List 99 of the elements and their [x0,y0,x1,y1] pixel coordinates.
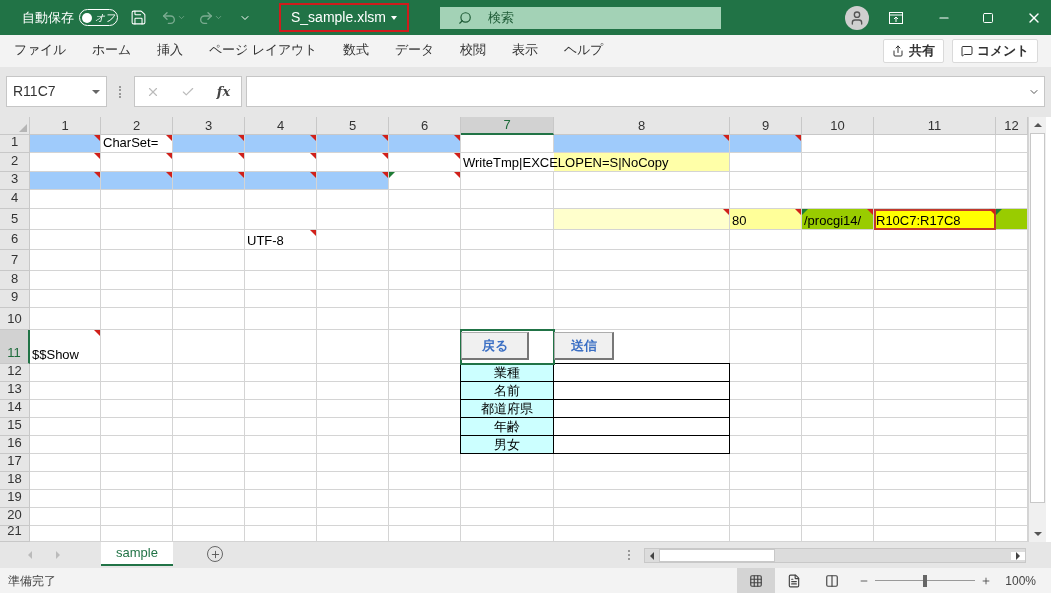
row-header[interactable]: 6 [0,230,30,250]
next-sheet-icon[interactable] [56,551,60,559]
sheet-cell[interactable]: $$Show [30,330,101,364]
selected-cell[interactable]: 戻る [461,330,554,364]
sheet-cell[interactable]: /procgi14/ [802,209,874,230]
ribbon-tab[interactable]: ファイル [5,35,75,67]
row-header[interactable]: 15 [0,418,30,436]
drag-handle-icon[interactable] [119,86,122,98]
maximize-icon[interactable] [981,11,994,24]
row-header[interactable]: 17 [0,454,30,472]
row-header[interactable]: 2 [0,153,30,172]
autosave-label: 自動保存 [22,8,74,27]
status-text: 準備完了 [8,572,56,590]
form-button[interactable]: 戻る [461,332,529,360]
select-all-corner[interactable] [0,117,30,135]
row-header[interactable]: 14 [0,400,30,418]
search-placeholder: 検索 [487,8,514,27]
row-header[interactable]: 3 [0,172,30,190]
cell-text: CharSet= [103,136,159,149]
sheet-cell[interactable]: 送信 [554,330,730,364]
previous-sheet-icon[interactable] [28,551,32,559]
ribbon-tab[interactable]: 校閲 [450,35,495,67]
ribbon-tab[interactable]: ホーム [83,35,140,67]
normal-view-button[interactable] [737,568,776,593]
zoom-reading[interactable]: 100% [1005,571,1036,590]
row-header[interactable]: 1 [0,135,30,153]
cell-text: 年齢 [494,420,520,433]
sheet-cell[interactable]: 男女 [460,435,554,454]
share-icon [892,45,904,57]
ribbon-tab[interactable]: ヘルプ [554,35,612,67]
column-header[interactable]: 10 [802,117,874,135]
row-header[interactable]: 4 [0,190,30,209]
search-field[interactable]: 検索 [439,6,721,29]
cell-text: $$Show [32,348,79,361]
sheet-cell[interactable]: WriteTmp|EXCELOPEN=S|NoCopy [461,153,730,172]
row-header[interactable]: 12 [0,364,30,382]
row-header[interactable]: 5 [0,209,30,230]
sheet-cell[interactable]: CharSet= [101,135,173,153]
cell-text: 男女 [494,438,520,451]
file-name[interactable]: S_sample.xlsm [279,3,409,32]
comment-button[interactable]: コメント [952,39,1038,63]
formula-input[interactable] [246,76,1045,107]
cell-text: WriteTmp|EXCELOPEN=S|NoCopy [463,156,669,169]
name-box[interactable]: R11C7 [6,76,107,107]
cell-text: 業種 [494,366,520,379]
search-icon [457,10,472,25]
ribbon-tab[interactable]: ページ レイアウト [200,35,326,67]
cell-text: UTF-8 [247,234,284,247]
column-header[interactable]: 5 [317,117,389,135]
column-header[interactable]: 11 [874,117,996,135]
row-header[interactable]: 8 [0,271,30,290]
save-icon[interactable] [130,9,147,26]
splitter-handle-icon[interactable] [628,550,630,560]
ribbon-tab[interactable]: 挿入 [148,35,192,67]
column-header[interactable]: 7 [461,117,554,135]
row-header[interactable]: 13 [0,382,30,400]
ribbon-tab[interactable]: 数式 [333,35,378,67]
sheet-cell[interactable]: UTF-8 [245,230,317,250]
sheet-cell[interactable] [553,435,730,454]
ribbon-tab[interactable]: データ [385,35,443,67]
cell-text: 名前 [494,384,520,397]
vertical-scrollbar[interactable] [1028,117,1046,542]
row-header[interactable]: 7 [0,250,30,271]
column-header[interactable]: 2 [101,117,173,135]
row-header[interactable]: 11 [0,330,30,364]
zoom-in-icon[interactable] [981,575,992,586]
page-break-icon [825,573,840,588]
zoom-slider-thumb[interactable] [923,574,928,587]
column-header[interactable]: 8 [554,117,730,135]
ribbon-display-icon[interactable] [888,11,903,24]
row-header[interactable]: 9 [0,290,30,308]
sheet-cell[interactable]: R10C7:R17C8 [874,209,996,230]
avatar-icon[interactable] [844,5,869,30]
cell-text: /procgi14/ [804,214,862,227]
comment-icon [961,45,973,57]
column-header[interactable]: 6 [389,117,461,135]
column-header[interactable]: 12 [996,117,1028,135]
column-header[interactable]: 3 [173,117,245,135]
form-button[interactable]: 送信 [554,332,614,360]
grid-icon [749,573,764,588]
cell-text: 80 [732,214,747,227]
row-header[interactable]: 18 [0,472,30,490]
row-header[interactable]: 10 [0,308,30,330]
row-header[interactable]: 16 [0,436,30,454]
insert-function-button[interactable]: fx [216,81,231,102]
share-button[interactable]: 共有 [883,39,944,63]
cell-text: R10C7:R17C8 [876,214,961,227]
ribbon-tab[interactable]: 表示 [502,35,547,67]
sheet-tab[interactable]: sample [101,542,173,566]
page-icon [787,573,802,588]
row-header[interactable]: 21 [0,526,30,542]
sheet-cell[interactable]: 80 [730,209,802,230]
row-header[interactable]: 20 [0,508,30,526]
column-header[interactable]: 9 [730,117,802,135]
column-header[interactable]: 1 [30,117,101,135]
column-header[interactable]: 4 [245,117,317,135]
row-header[interactable]: 19 [0,490,30,508]
horizontal-scrollbar[interactable] [644,548,1026,563]
cell-text: 都道府県 [481,402,533,415]
